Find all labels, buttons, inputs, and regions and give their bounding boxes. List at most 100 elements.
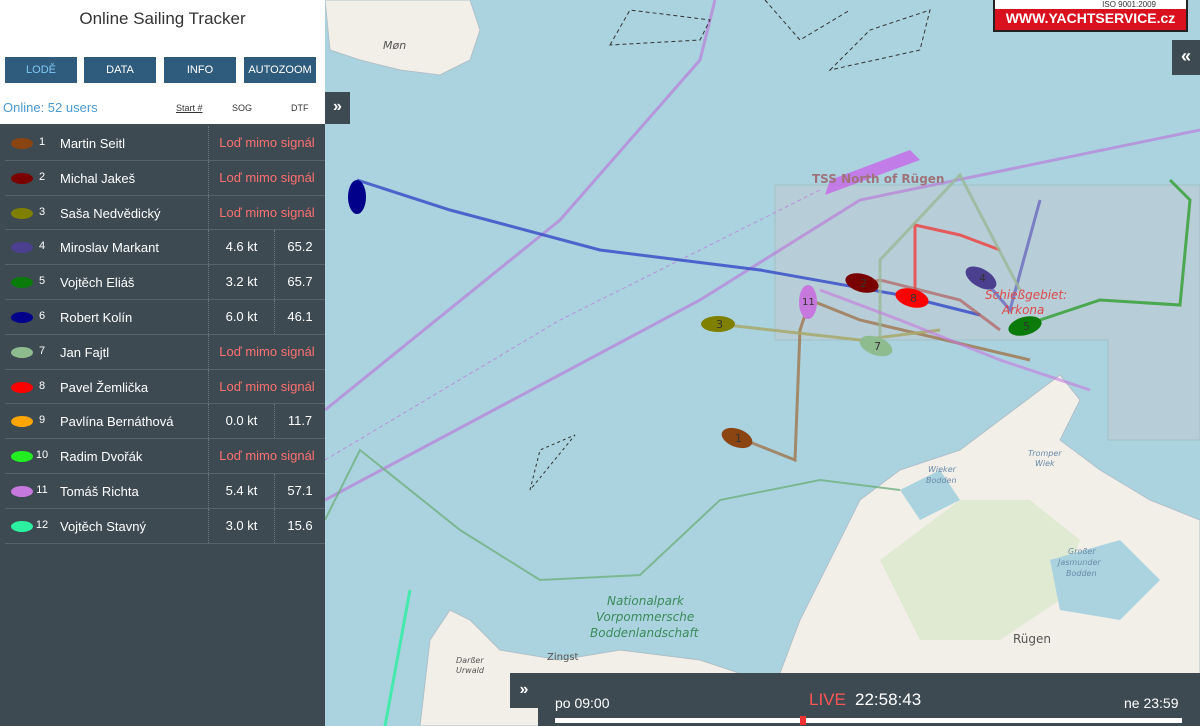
dashed-area-4	[828, 9, 931, 71]
label-np-3: Boddenlandschaft	[590, 626, 699, 640]
boat-number: 9	[38, 414, 46, 427]
collapse-panel-button[interactable]: »	[325, 92, 350, 124]
boat-row[interactable]: 5 Vojtěch Eliáš 3.2 kt 65.7	[5, 265, 325, 300]
boat-list: 1 Martin Seitl Loď mimo signál 2 Michal J…	[5, 126, 325, 544]
boat-number: 12	[35, 518, 49, 531]
nav-lode-button[interactable]: LODĚ	[5, 57, 77, 83]
timeline-slider[interactable]	[555, 716, 1182, 725]
live-indicator[interactable]: LIVE	[809, 690, 846, 710]
nav-data-button[interactable]: DATA	[84, 57, 156, 83]
panel-header: Online Sailing Tracker LODĚ DATA INFO AU…	[0, 0, 325, 92]
label-mon: Møn	[383, 39, 407, 52]
label-schiess-2: Arkona	[1002, 303, 1045, 317]
boat-row[interactable]: 9 Pavlína Bernáthová 0.0 kt 11.7	[5, 404, 325, 440]
no-signal-status: Loď mimo signál	[208, 126, 325, 160]
boat-name: Radim Dvořák	[60, 449, 143, 465]
boat-sog: 0.0 kt	[208, 404, 274, 439]
no-signal-status: Loď mimo signál	[208, 195, 325, 230]
boat-4-number: 4	[979, 272, 986, 285]
boat-number: 8	[38, 379, 46, 392]
no-signal-status: Loď mimo signál	[208, 439, 325, 474]
dashed-area-1	[609, 9, 711, 46]
boat-name: Pavel Žemlička	[60, 379, 149, 395]
label-bodden-2: Bodden	[1066, 569, 1097, 578]
logo-cert: ISO 9001:2009	[995, 0, 1186, 9]
boat-number: 11	[36, 483, 48, 496]
yachtservice-logo[interactable]: ISO 9001:2009 WWW.YACHTSERVICE.cz	[993, 0, 1188, 32]
label-jasmunder: Jasmunder	[1058, 558, 1101, 567]
boat-5-number: 5	[1023, 320, 1030, 333]
boat-3-number: 3	[716, 318, 723, 331]
boat-row[interactable]: 1 Martin Seitl Loď mimo signál	[5, 126, 325, 161]
boat-color-icon	[11, 311, 33, 323]
boat-number: 4	[38, 240, 46, 253]
boat-dtf: 65.2	[274, 230, 325, 265]
np-boundary	[324, 448, 901, 582]
boat-name: Jan Fajtl	[60, 344, 110, 360]
nav-info-button[interactable]: INFO	[164, 57, 236, 83]
boat-row[interactable]: 8 Pavel Žemlička Loď mimo signál	[5, 369, 325, 405]
boat-number: 2	[38, 170, 46, 183]
boat-list-panel: Online Sailing Tracker LODĚ DATA INFO AU…	[0, 0, 325, 726]
label-darsser: Darßer	[456, 656, 484, 665]
boat-color-icon	[11, 207, 33, 219]
boat-row[interactable]: 12 Vojtěch Stavný 3.0 kt 15.6	[5, 508, 325, 544]
boat-number: 10	[35, 449, 49, 462]
sog-header[interactable]: SOG	[232, 103, 252, 113]
boat-number: 6	[38, 309, 46, 322]
boat-1-number: 1	[735, 432, 742, 445]
logo-brand: WWW.YACHTSERVICE.cz	[1005, 10, 1176, 26]
boat-dtf: 57.1	[274, 473, 325, 508]
no-signal-status: Loď mimo signál	[208, 334, 325, 369]
sort-start-link[interactable]: Start #	[176, 103, 203, 113]
boat-2-number: 2	[860, 277, 867, 290]
boat-color-icon	[11, 172, 33, 184]
boat-row[interactable]: 10 Radim Dvořák Loď mimo signál	[5, 439, 325, 474]
timeline-toggle-button[interactable]: »	[510, 673, 538, 708]
list-header: Online: 52 users Start # SOG DTF	[0, 92, 325, 124]
boat-name: Michal Jakeš	[60, 170, 136, 186]
boat-dtf: 65.7	[274, 265, 325, 300]
boat-sog: 3.0 kt	[208, 508, 274, 543]
dashed-area-2	[764, 0, 851, 41]
boat-sog: 4.6 kt	[208, 230, 274, 265]
boat-dtf: 46.1	[274, 299, 325, 334]
boat-number: 3	[38, 205, 46, 218]
label-grosser: Großer	[1068, 547, 1096, 556]
timeline-start: po 09:00	[555, 695, 610, 711]
timeline-thumb[interactable]	[799, 716, 806, 725]
boat-7-number: 7	[874, 340, 881, 353]
boat-row[interactable]: 2 Michal Jakeš Loď mimo signál	[5, 160, 325, 196]
shipping-lane-dash	[324, 189, 821, 461]
label-np-2: Vorpommersche	[596, 610, 695, 624]
timeline-bar: po 09:00 LIVE 22:58:43 ne 23:59	[538, 673, 1200, 726]
current-time: 22:58:43	[855, 690, 922, 709]
boat-11-number: 11	[802, 297, 815, 308]
boat-sog: 6.0 kt	[208, 299, 274, 334]
boat-row[interactable]: 11 Tomáš Richta 5.4 kt 57.1	[5, 473, 325, 509]
dtf-header[interactable]: DTF	[291, 103, 309, 113]
nav-autozoom-button[interactable]: AUTOZOOM	[244, 57, 316, 83]
boat-name: Pavlína Bernáthová	[60, 414, 174, 430]
boat-color-icon	[11, 381, 33, 393]
boat-row[interactable]: 3 Saša Nedvědický Loď mimo signál	[5, 195, 325, 231]
dashed-area-3	[529, 434, 576, 491]
boat-number: 1	[38, 136, 46, 148]
boat-row[interactable]: 4 Miroslav Markant 4.6 kt 65.2	[5, 230, 325, 266]
expand-right-panel-button[interactable]: «	[1172, 40, 1200, 75]
boat-name: Robert Kolín	[60, 309, 133, 325]
boat-sog: 3.2 kt	[208, 265, 274, 300]
app-title: Online Sailing Tracker	[79, 9, 246, 28]
boat-color-icon	[11, 416, 33, 428]
boat-row[interactable]: 6 Robert Kolín 6.0 kt 46.1	[5, 299, 325, 335]
boat-color-icon	[11, 346, 33, 358]
boat-color-icon	[11, 520, 33, 532]
label-rugen: Rügen	[1013, 632, 1052, 646]
boat-row[interactable]: 7 Jan Fajtl Loď mimo signál	[5, 334, 325, 370]
timeline-end: ne 23:59	[1124, 695, 1179, 711]
label-schiess-1: Schießgebiet:	[985, 288, 1068, 302]
boat-name: Vojtěch Eliáš	[60, 275, 135, 291]
label-wieker: Wieker	[928, 465, 956, 474]
boat-6-marker[interactable]	[348, 180, 366, 214]
land-mon	[324, 0, 481, 76]
